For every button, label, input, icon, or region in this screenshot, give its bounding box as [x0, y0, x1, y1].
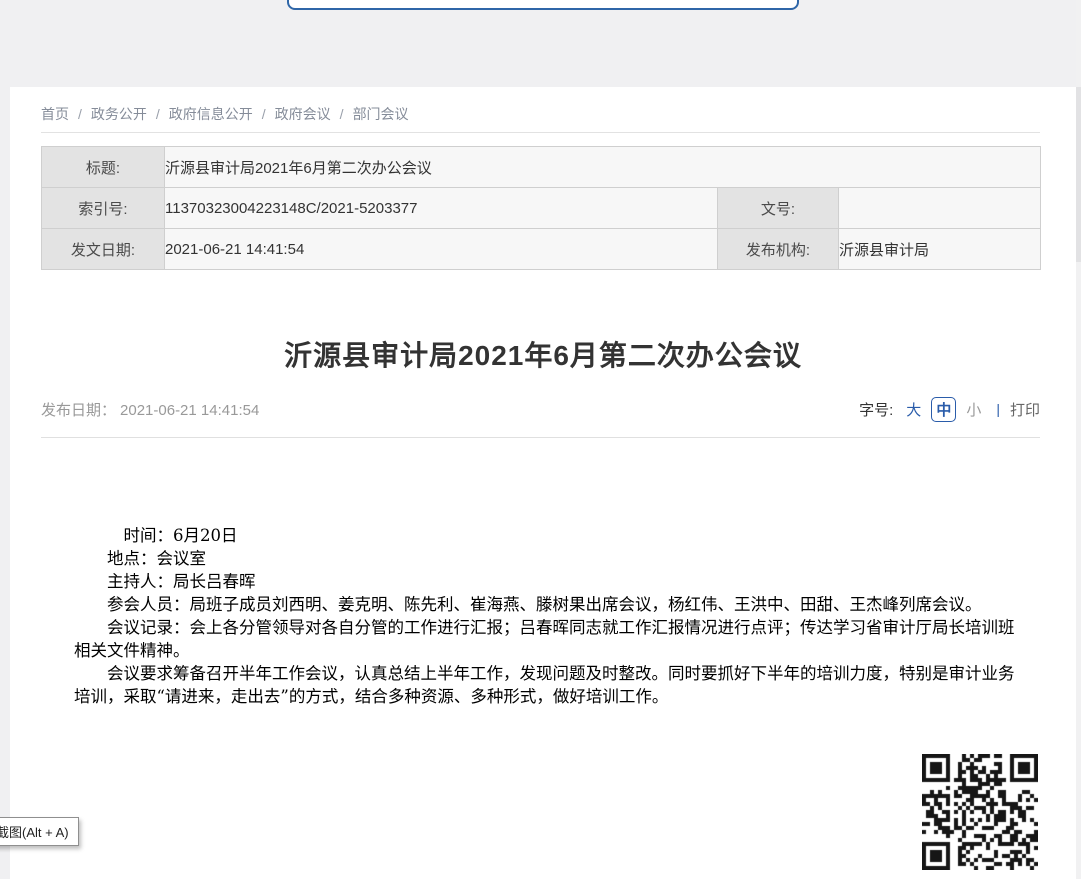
- paragraph-minutes: 会议记录：会上各分管领导对各自分管的工作进行汇报；吕春晖同志就工作汇报情况进行点…: [74, 616, 1018, 662]
- paragraph-place: 地点：会议室: [74, 547, 1018, 570]
- font-size-large-button[interactable]: 大: [906, 399, 921, 420]
- meta-row-index: 索引号: 11370323004223148C/2021-5203377 文号:: [42, 188, 1041, 229]
- publish-date: 发布日期：2021-06-21 14:41:54: [41, 399, 259, 420]
- font-size-label: 字号:: [859, 399, 893, 420]
- browser-viewport: 首页 / 政务公开 / 政府信息公开 / 政府会议 / 部门会议 标题: 沂源县审计局2021年…: [0, 0, 1081, 879]
- breadcrumb-divider: [41, 132, 1040, 133]
- publish-date-label: 发布日期：: [41, 402, 116, 419]
- breadcrumb-item-zhengfuhuiyi[interactable]: 政府会议: [275, 106, 331, 122]
- content-panel: 首页 / 政务公开 / 政府信息公开 / 政府会议 / 部门会议 标题: 沂源县审计局2021年…: [10, 87, 1076, 879]
- toolbar-divider: |: [996, 401, 1000, 417]
- meta-value-doc-no: [839, 188, 1041, 229]
- breadcrumb-separator: /: [156, 106, 160, 122]
- breadcrumb-item-zhengwugongkai[interactable]: 政务公开: [91, 106, 147, 122]
- print-button[interactable]: 打印: [1010, 399, 1040, 420]
- meta-label-issue-date: 发文日期:: [42, 229, 165, 270]
- font-size-toolbar: 字号: 大 中 小 | 打印: [859, 397, 1040, 422]
- page-title: 沂源县审计局2021年6月第二次办公会议: [10, 334, 1076, 374]
- screenshot-tooltip: 截图(Alt + A): [0, 817, 79, 846]
- paragraph-requirements: 会议要求筹备召开半年工作会议，认真总结上半年工作，发现问题及时整改。同时要抓好下…: [74, 662, 1018, 708]
- publish-toolbar: 发布日期：2021-06-21 14:41:54 字号: 大 中 小 | 打印: [41, 396, 1040, 422]
- meta-table: 标题: 沂源县审计局2021年6月第二次办公会议 索引号: 1137032300…: [41, 146, 1041, 270]
- meta-value-index-no: 11370323004223148C/2021-5203377: [165, 188, 718, 229]
- content-divider: [41, 437, 1040, 438]
- scrollbar-thumb[interactable]: [1076, 87, 1081, 262]
- meta-label-title: 标题:: [42, 147, 165, 188]
- qr-code-icon: [920, 752, 1040, 872]
- breadcrumb-separator: /: [78, 106, 82, 122]
- meta-label-index-no: 索引号:: [42, 188, 165, 229]
- font-size-small-button[interactable]: 小: [966, 399, 981, 420]
- meta-value-issue-date: 2021-06-21 14:41:54: [165, 229, 718, 270]
- meta-label-doc-no: 文号:: [718, 188, 839, 229]
- article-body: 时间：6月20日 地点：会议室 主持人：局长吕春晖 参会人员：局班子成员刘西明、…: [74, 524, 1018, 708]
- meta-value-issuing-agency: 沂源县审计局: [839, 229, 1041, 270]
- meta-label-issuing-agency: 发布机构:: [718, 229, 839, 270]
- breadcrumb-item-home[interactable]: 首页: [41, 106, 69, 122]
- paragraph-time: 时间：6月20日: [74, 524, 1018, 547]
- paragraph-host: 主持人：局长吕春晖: [74, 570, 1018, 593]
- publish-date-value: 2021-06-21 14:41:54: [120, 402, 259, 419]
- qr-code-canvas: [922, 754, 1038, 870]
- breadcrumb-separator: /: [262, 106, 266, 122]
- meta-row-date: 发文日期: 2021-06-21 14:41:54 发布机构: 沂源县审计局: [42, 229, 1041, 270]
- font-size-medium-button[interactable]: 中: [931, 397, 956, 422]
- meta-row-title: 标题: 沂源县审计局2021年6月第二次办公会议: [42, 147, 1041, 188]
- breadcrumb-separator: /: [340, 106, 344, 122]
- breadcrumb-item-bumenhuiyi[interactable]: 部门会议: [353, 106, 409, 122]
- paragraph-attendees: 参会人员：局班子成员刘西明、姜克明、陈先利、崔海燕、滕树果出席会议，杨红伟、王洪…: [74, 593, 1018, 616]
- search-input[interactable]: [287, 0, 799, 10]
- breadcrumb: 首页 / 政务公开 / 政府信息公开 / 政府会议 / 部门会议: [41, 104, 409, 124]
- breadcrumb-item-zhengfuxinxigongkai[interactable]: 政府信息公开: [169, 106, 253, 122]
- meta-value-title: 沂源县审计局2021年6月第二次办公会议: [165, 147, 1041, 188]
